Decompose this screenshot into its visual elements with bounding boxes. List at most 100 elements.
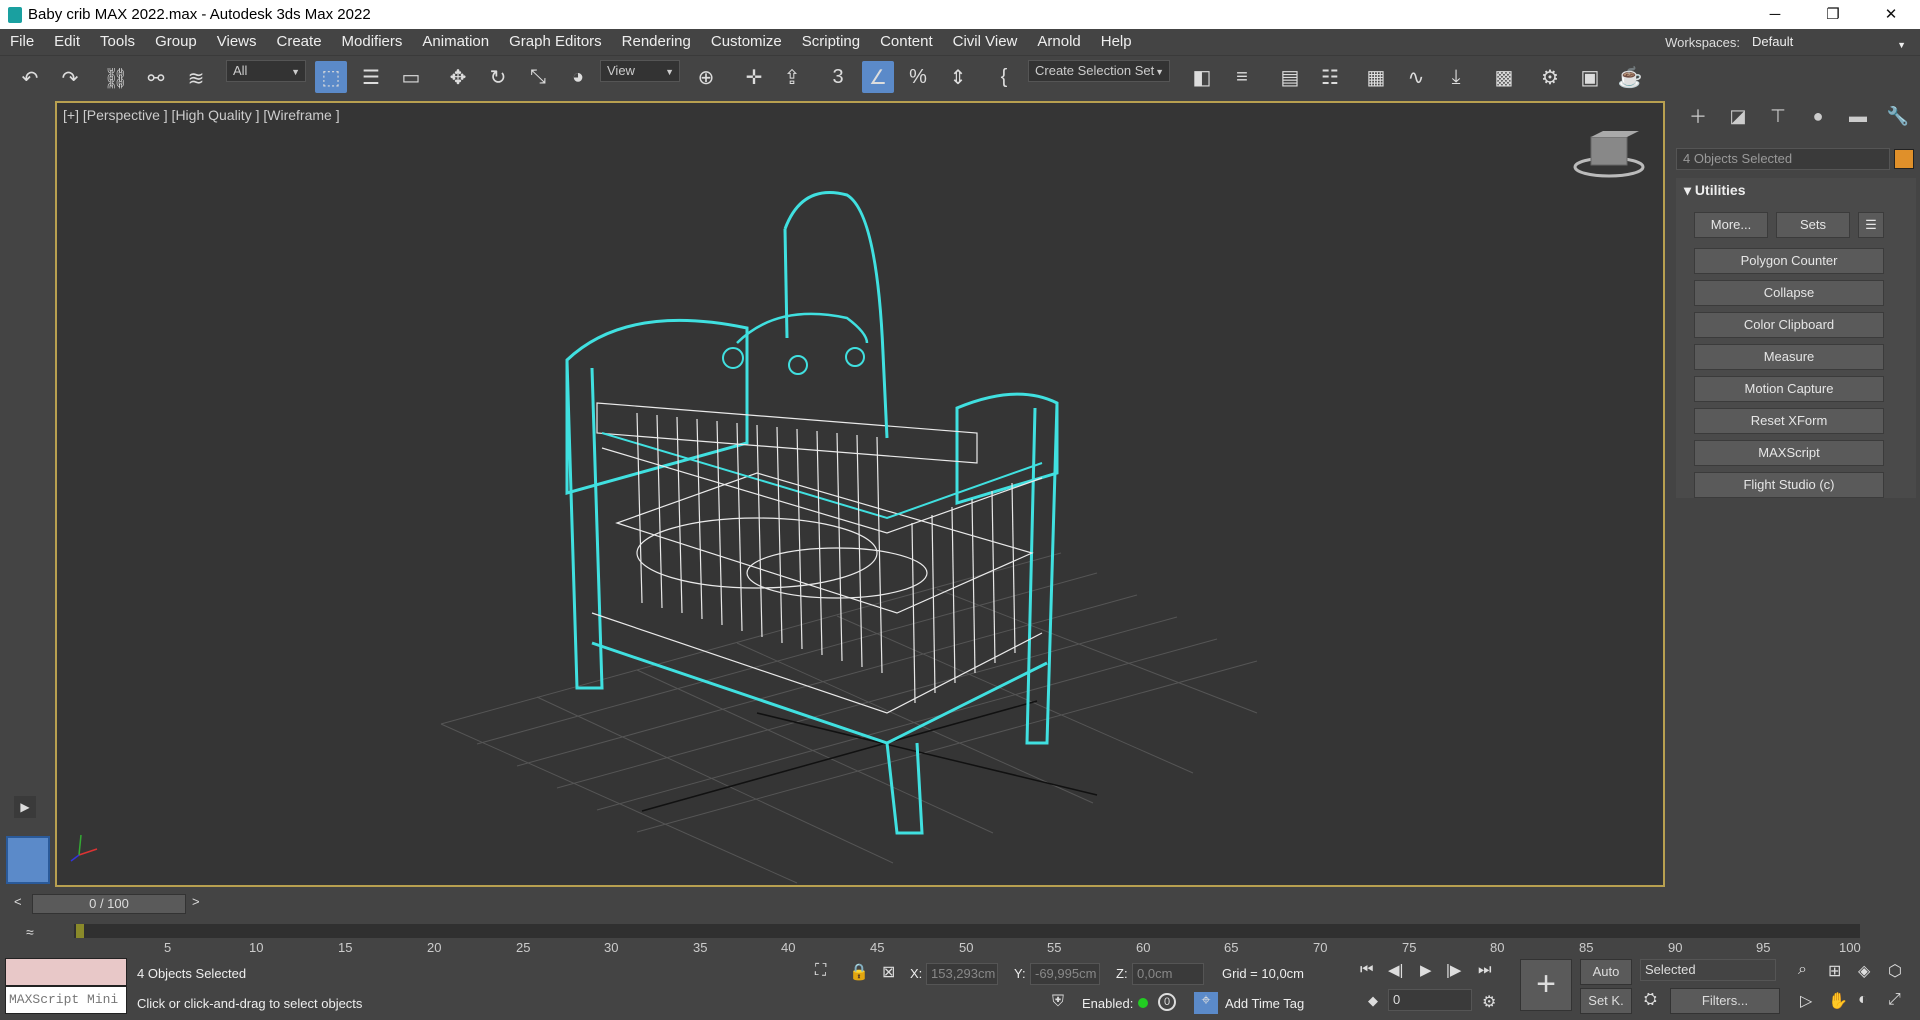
previous-frame-icon[interactable]: ◀| bbox=[1388, 961, 1403, 979]
place-icon[interactable]: ◕ bbox=[562, 61, 594, 93]
move-icon[interactable]: ✥ bbox=[442, 61, 474, 93]
layer-explorer-icon[interactable]: ☷ bbox=[1314, 61, 1346, 93]
scale-icon[interactable]: ⤡ bbox=[522, 61, 554, 93]
redo-icon[interactable]: ↷ bbox=[54, 62, 86, 94]
motion-capture-button[interactable]: Motion Capture bbox=[1694, 376, 1884, 402]
expand-layout-icon[interactable]: ▶ bbox=[14, 796, 36, 818]
mirror-icon[interactable]: ◧ bbox=[1186, 61, 1218, 93]
menu-create[interactable]: Create bbox=[267, 29, 332, 55]
next-frame-icon[interactable]: |▶ bbox=[1446, 961, 1461, 979]
scene-explorer-icon[interactable]: ▤ bbox=[1274, 61, 1306, 93]
select-by-name-icon[interactable]: ☰ bbox=[355, 61, 387, 93]
motion-tab-icon[interactable]: ● bbox=[1798, 106, 1838, 127]
bind-space-warp-icon[interactable]: ≋ bbox=[180, 62, 212, 94]
go-to-start-icon[interactable]: ⏮ bbox=[1360, 961, 1374, 978]
adaptive-degradation-icon[interactable]: ⛨ bbox=[1052, 993, 1064, 1011]
menu-file[interactable]: File bbox=[0, 29, 44, 55]
utilities-tab-icon[interactable]: 🔧 bbox=[1878, 106, 1918, 127]
orbit-icon[interactable]: ◐ bbox=[1858, 991, 1868, 1009]
color-clipboard-button[interactable]: Color Clipboard bbox=[1694, 312, 1884, 338]
zoom-extents-icon[interactable]: ◈ bbox=[1858, 961, 1870, 981]
utilities-rollout-title[interactable]: ▾ Utilities bbox=[1676, 178, 1916, 202]
maxscript-input[interactable]: MAXScript Mini bbox=[5, 986, 127, 1014]
maxscript-listener[interactable]: MAXScript Mini bbox=[5, 958, 127, 1016]
close-icon[interactable]: ✕ bbox=[1862, 0, 1920, 29]
restore-icon[interactable]: ❐ bbox=[1804, 0, 1862, 29]
link-icon[interactable]: ⛓ bbox=[100, 62, 132, 94]
current-frame-field[interactable]: 0 bbox=[1388, 989, 1472, 1011]
flight-studio-button[interactable]: Flight Studio (c) bbox=[1694, 472, 1884, 498]
menu-edit[interactable]: Edit bbox=[44, 29, 90, 55]
named-selection-set-dropdown[interactable]: Create Selection Set bbox=[1028, 60, 1170, 82]
play-icon[interactable]: ▶ bbox=[1420, 961, 1432, 979]
menu-group[interactable]: Group bbox=[145, 29, 207, 55]
schematic-view-icon[interactable]: ⤓ bbox=[1440, 61, 1472, 93]
measure-button[interactable]: Measure bbox=[1694, 344, 1884, 370]
filters-button[interactable]: Filters... bbox=[1670, 988, 1780, 1014]
key-filter-dropdown[interactable]: Selected bbox=[1640, 959, 1776, 981]
menu-help[interactable]: Help bbox=[1091, 29, 1142, 55]
x-coordinate-field[interactable]: 153,293cm bbox=[926, 963, 998, 985]
y-coordinate-field[interactable]: -69,995cm bbox=[1030, 963, 1100, 985]
toggle-ribbon-icon[interactable]: ▦ bbox=[1360, 61, 1392, 93]
prev-frame-button[interactable]: < bbox=[14, 894, 22, 909]
menu-customize[interactable]: Customize bbox=[701, 29, 792, 55]
unlink-icon[interactable]: ⚯ bbox=[140, 62, 172, 94]
modify-tab-icon[interactable]: ◪ bbox=[1718, 106, 1758, 127]
workspaces-select[interactable]: Default bbox=[1748, 32, 1910, 55]
curve-editor-icon[interactable]: ∿ bbox=[1400, 61, 1432, 93]
render-production-icon[interactable]: ☕ bbox=[1614, 61, 1646, 93]
next-frame-button[interactable]: > bbox=[192, 894, 200, 909]
align-icon[interactable]: ≡ bbox=[1226, 61, 1258, 93]
maxscript-output[interactable] bbox=[5, 958, 127, 986]
menu-content[interactable]: Content bbox=[870, 29, 943, 55]
reference-coordinate-dropdown[interactable]: View bbox=[600, 60, 680, 82]
edit-named-selection-icon[interactable]: { bbox=[988, 61, 1020, 93]
object-color-swatch[interactable] bbox=[1894, 149, 1914, 169]
rotate-icon[interactable]: ↻ bbox=[482, 61, 514, 93]
percent-snap-icon[interactable]: % bbox=[902, 61, 934, 93]
undo-icon[interactable]: ↶ bbox=[14, 62, 46, 94]
auto-key-button[interactable]: Auto bbox=[1580, 959, 1632, 985]
set-key-big-icon[interactable]: + bbox=[1520, 959, 1572, 1011]
go-to-end-icon[interactable]: ⏭ bbox=[1478, 961, 1492, 978]
menu-graph-editors[interactable]: Graph Editors bbox=[499, 29, 612, 55]
select-object-icon[interactable]: ⬚ bbox=[315, 61, 347, 93]
rectangular-selection-icon[interactable]: ▭ bbox=[395, 61, 427, 93]
track-area[interactable] bbox=[74, 924, 1860, 938]
add-time-tag-label[interactable]: Add Time Tag bbox=[1225, 996, 1304, 1011]
isolate-selection-icon[interactable]: ⛶ bbox=[815, 962, 826, 980]
field-of-view-icon[interactable]: ▷ bbox=[1800, 991, 1812, 1011]
material-editor-icon[interactable]: ▩ bbox=[1488, 61, 1520, 93]
maxscript-button[interactable]: MAXScript bbox=[1694, 440, 1884, 466]
select-manipulate-icon[interactable]: ✛ bbox=[738, 61, 770, 93]
time-configuration-icon[interactable]: ⚙ bbox=[1482, 992, 1496, 1012]
menu-animation[interactable]: Animation bbox=[412, 29, 499, 55]
reset-xform-button[interactable]: Reset XForm bbox=[1694, 408, 1884, 434]
minimize-icon[interactable]: ─ bbox=[1746, 0, 1804, 29]
pivot-center-icon[interactable]: ⊕ bbox=[690, 61, 722, 93]
menu-modifiers[interactable]: Modifiers bbox=[332, 29, 413, 55]
polygon-counter-button[interactable]: Polygon Counter bbox=[1694, 248, 1884, 274]
display-tab-icon[interactable]: ▬ bbox=[1838, 106, 1878, 127]
collapse-button[interactable]: Collapse bbox=[1694, 280, 1884, 306]
sets-button[interactable]: Sets bbox=[1776, 212, 1850, 238]
viewport-layout-thumbnail[interactable] bbox=[6, 836, 50, 884]
time-slider[interactable]: 0 / 100 bbox=[32, 894, 186, 914]
more-button[interactable]: More... bbox=[1694, 212, 1768, 238]
menu-views[interactable]: Views bbox=[207, 29, 267, 55]
pan-icon[interactable]: ✋ bbox=[1828, 991, 1848, 1011]
menu-scripting[interactable]: Scripting bbox=[792, 29, 870, 55]
viewcube-icon[interactable] bbox=[1573, 131, 1645, 178]
hierarchy-tab-icon[interactable]: ⊤ bbox=[1758, 106, 1798, 127]
perspective-viewport[interactable]: [+] [Perspective ] [High Quality ] [Wire… bbox=[55, 101, 1665, 887]
configure-button-sets-icon[interactable]: ☰ bbox=[1858, 212, 1884, 238]
snaps-toggle-icon[interactable]: 3 bbox=[822, 61, 854, 93]
menu-tools[interactable]: Tools bbox=[90, 29, 145, 55]
render-setup-icon[interactable]: ⚙ bbox=[1534, 61, 1566, 93]
set-key-button[interactable]: Set K. bbox=[1580, 988, 1632, 1014]
absolute-mode-icon[interactable]: ⊠ bbox=[882, 962, 895, 982]
keyboard-shortcut-override-icon[interactable]: ⇪ bbox=[776, 61, 808, 93]
menu-rendering[interactable]: Rendering bbox=[612, 29, 701, 55]
rendered-frame-window-icon[interactable]: ▣ bbox=[1574, 61, 1606, 93]
